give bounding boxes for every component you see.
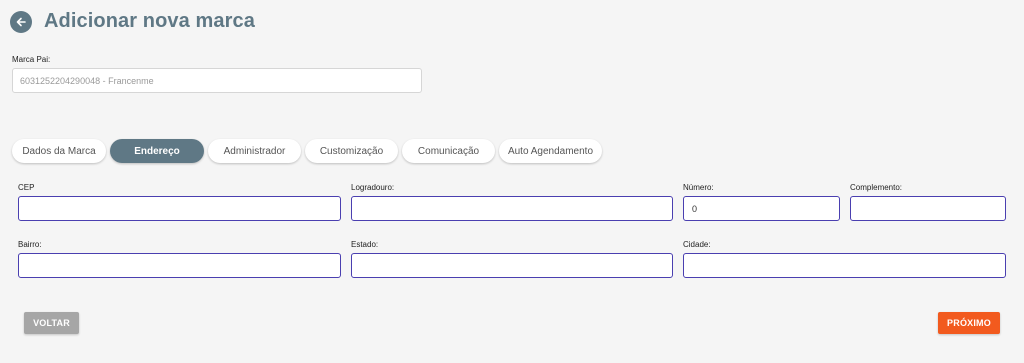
cidade-label: Cidade: [683,240,711,249]
numero-label: Número: [683,183,714,192]
cep-field[interactable] [18,196,341,221]
bairro-field[interactable] [18,253,341,278]
tab-comunicacao[interactable]: Comunicação [402,139,495,163]
cep-label: CEP [18,183,35,192]
tab-auto-agendamento[interactable]: Auto Agendamento [499,139,602,163]
add-brand-page: Adicionar nova marca Marca Pai: Dados da… [0,0,1024,363]
logradouro-field[interactable] [351,196,673,221]
parent-brand-field[interactable] [12,68,422,93]
estado-label: Estado: [351,240,379,249]
logradouro-label: Logradouro: [351,183,395,192]
back-step-button[interactable]: VOLTAR [24,312,79,334]
tab-customizacao[interactable]: Customização [305,139,398,163]
tab-endereco[interactable]: Endereço [110,139,204,163]
back-button[interactable] [10,10,32,33]
tab-dados-da-marca[interactable]: Dados da Marca [12,139,106,163]
tab-administrador[interactable]: Administrador [208,139,301,163]
page-header: Adicionar nova marca [10,10,255,33]
complemento-label: Complemento: [850,183,903,192]
next-step-button[interactable]: PRÓXIMO [938,312,1000,334]
tab-bar: Dados da Marca Endereço Administrador Cu… [12,139,602,163]
parent-brand-label: Marca Pai: [12,55,51,64]
numero-field[interactable] [683,196,840,221]
estado-field[interactable] [351,253,673,278]
arrow-left-icon [16,17,26,26]
complemento-field[interactable] [850,196,1006,221]
page-title: Adicionar nova marca [44,10,255,32]
cidade-field[interactable] [683,253,1006,278]
bairro-label: Bairro: [18,240,42,249]
